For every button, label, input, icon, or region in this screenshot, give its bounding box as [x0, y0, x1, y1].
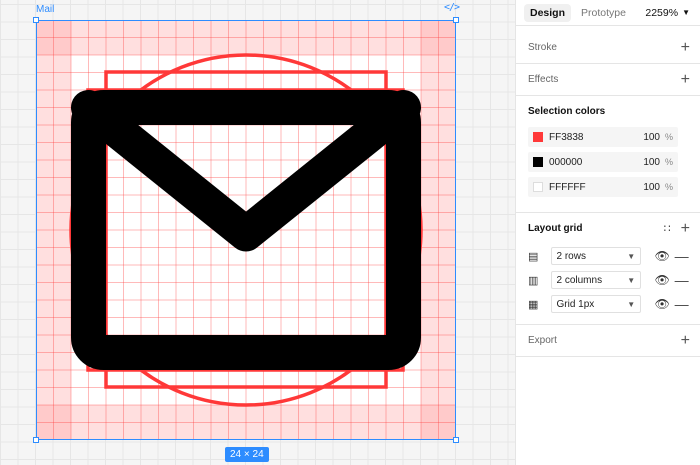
- color-swatch[interactable]: [533, 157, 543, 167]
- resize-handle-top-left[interactable]: [33, 17, 39, 23]
- code-icon[interactable]: </>: [444, 2, 460, 13]
- resize-handle-top-right[interactable]: [453, 17, 459, 23]
- add-export-icon[interactable]: +: [681, 332, 690, 349]
- add-effect-icon[interactable]: +: [681, 71, 690, 88]
- selection-box: [36, 20, 456, 440]
- chevron-down-icon: ▼: [627, 251, 636, 261]
- eye-icon[interactable]: 👁: [651, 249, 673, 263]
- color-hex-value[interactable]: 000000: [549, 157, 628, 168]
- tab-design[interactable]: Design: [524, 3, 572, 22]
- eye-icon[interactable]: 👁: [651, 297, 673, 311]
- percent-label: %: [664, 157, 673, 167]
- export-title: Export: [528, 335, 557, 346]
- grid-type-dropdown[interactable]: 2 rows ▼: [550, 247, 642, 265]
- color-hex-value[interactable]: FF3838: [549, 132, 628, 143]
- percent-label: %: [664, 132, 673, 142]
- remove-grid-icon[interactable]: —: [673, 296, 690, 312]
- grid-type-label: 2 rows: [556, 250, 586, 262]
- columns-grid-icon[interactable]: ▥: [528, 274, 547, 287]
- effects-title: Effects: [528, 74, 559, 85]
- add-stroke-icon[interactable]: +: [681, 39, 690, 56]
- properties-panel: Design Prototype 2259% ▼ Stroke + Effect…: [515, 0, 700, 465]
- zoom-value: 2259%: [645, 6, 679, 19]
- rows-grid-icon[interactable]: ▤: [528, 250, 547, 263]
- export-section: Export +: [516, 325, 700, 357]
- stroke-section: Stroke +: [516, 32, 700, 64]
- layout-grid-title: Layout grid: [528, 223, 583, 234]
- panel-tabs: Design Prototype 2259% ▼: [516, 0, 700, 26]
- layout-grid-row: ▥ 2 columns ▼ 👁 —: [528, 268, 690, 292]
- layout-grid-row: ▤ 2 rows ▼ 👁 —: [528, 244, 690, 268]
- grid-type-dropdown[interactable]: 2 columns ▼: [550, 271, 642, 289]
- selection-color-row[interactable]: FF3838 100 %: [528, 127, 678, 147]
- tab-prototype[interactable]: Prototype: [575, 4, 632, 22]
- selection-color-row[interactable]: 000000 100 %: [528, 152, 678, 172]
- color-swatch[interactable]: [533, 182, 543, 192]
- remove-grid-icon[interactable]: —: [673, 272, 690, 288]
- layout-grid-section: Layout grid ∷ + ▤ 2 rows ▼ 👁 — ▥ 2 colum…: [516, 213, 700, 325]
- zoom-control[interactable]: 2259% ▼: [645, 7, 690, 19]
- color-hex-value[interactable]: FFFFFF: [549, 182, 628, 193]
- color-opacity-value[interactable]: 100: [628, 157, 660, 168]
- eye-icon[interactable]: 👁: [651, 273, 673, 287]
- color-opacity-value[interactable]: 100: [628, 182, 660, 193]
- color-swatch[interactable]: [533, 132, 543, 142]
- selection-colors-section: Selection colors FF3838 100 % 000000 100…: [516, 96, 700, 213]
- selection-colors-title: Selection colors: [528, 106, 606, 117]
- layout-grid-row: ▦ Grid 1px ▼ 👁 —: [528, 292, 690, 316]
- grid-type-label: 2 columns: [556, 274, 603, 286]
- resize-handle-bottom-left[interactable]: [33, 437, 39, 443]
- grid-type-dropdown[interactable]: Grid 1px ▼: [550, 295, 642, 313]
- color-opacity-value[interactable]: 100: [628, 132, 660, 143]
- chevron-down-icon: ▼: [682, 8, 690, 17]
- chevron-down-icon: ▼: [627, 299, 636, 309]
- dimensions-badge: 24 × 24: [225, 447, 269, 462]
- grid-type-label: Grid 1px: [556, 298, 595, 310]
- effects-section: Effects +: [516, 64, 700, 96]
- remove-grid-icon[interactable]: —: [673, 248, 690, 264]
- stroke-title: Stroke: [528, 42, 557, 53]
- percent-label: %: [664, 182, 673, 192]
- chevron-down-icon: ▼: [627, 275, 636, 285]
- pixel-grid-icon[interactable]: ▦: [528, 298, 547, 311]
- resize-handle-bottom-right[interactable]: [453, 437, 459, 443]
- add-grid-icon[interactable]: +: [681, 220, 690, 237]
- frame-name-label[interactable]: Mail: [36, 4, 54, 15]
- selection-color-row[interactable]: FFFFFF 100 %: [528, 177, 678, 197]
- canvas[interactable]: Mail </> 24 × 24: [0, 0, 515, 465]
- grid-styles-icon[interactable]: ∷: [664, 222, 671, 235]
